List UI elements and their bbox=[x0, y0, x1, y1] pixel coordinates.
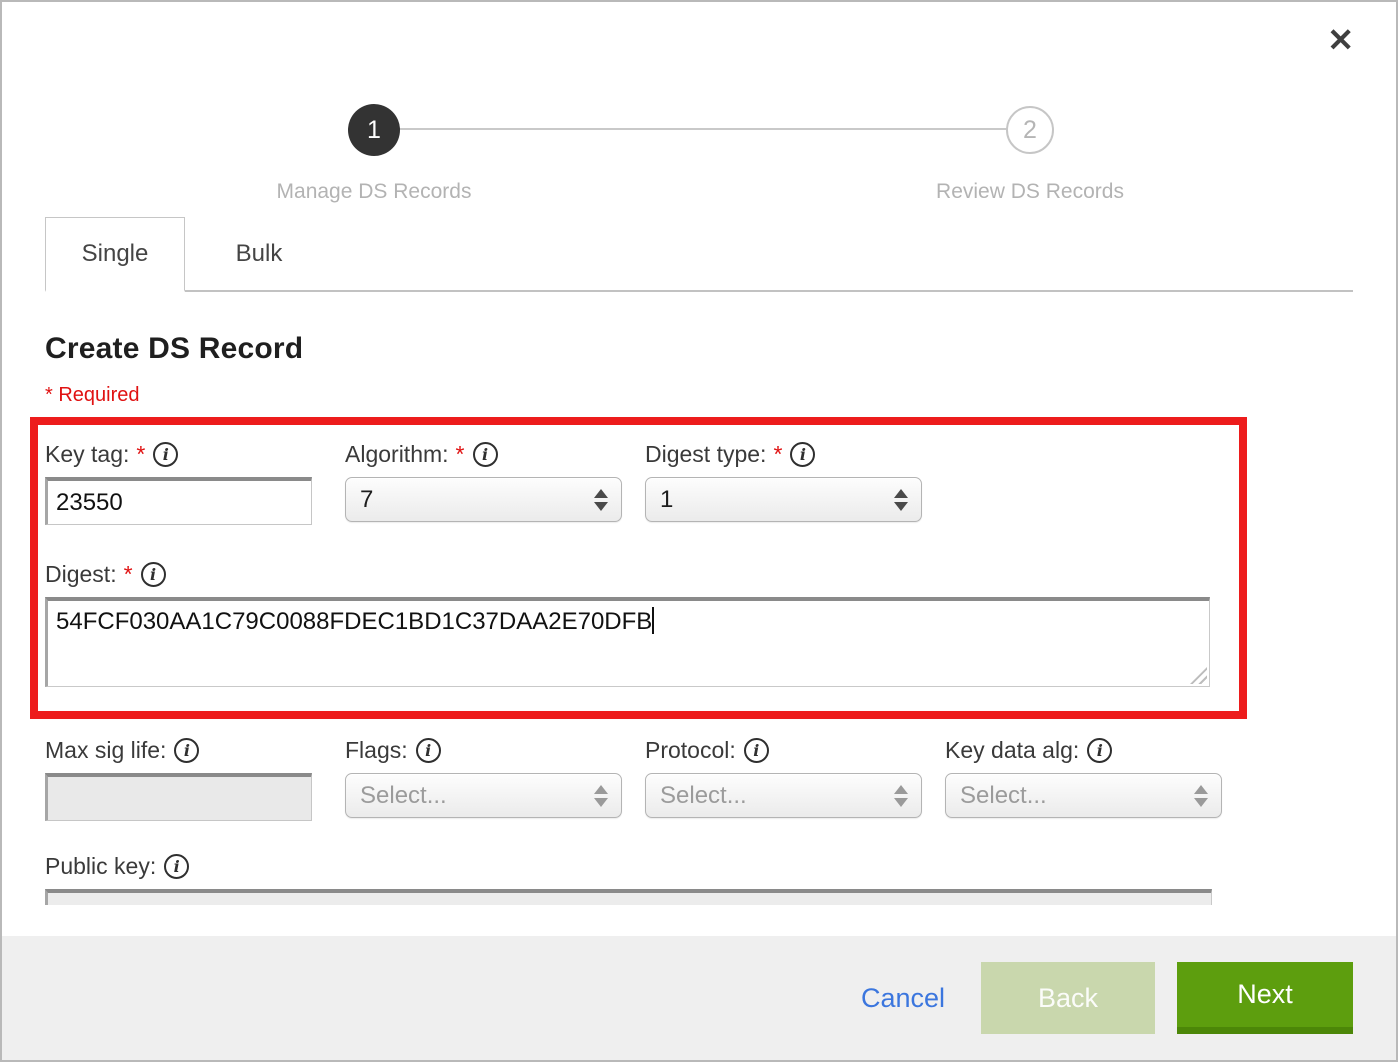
digest-value: 54FCF030AA1C79C0088FDEC1BD1C37DAA2E70DFB bbox=[56, 608, 652, 635]
protocol-info-icon[interactable]: i bbox=[744, 738, 769, 763]
key-tag-field-group: Key tag: * i bbox=[45, 439, 345, 525]
protocol-label-text: Protocol: bbox=[645, 737, 736, 764]
tab-bar: Single Bulk bbox=[45, 217, 1353, 292]
algorithm-label-text: Algorithm: bbox=[345, 441, 449, 468]
max-sig-life-field-group: Max sig life: i bbox=[45, 735, 345, 821]
key-data-alg-info-icon[interactable]: i bbox=[1087, 738, 1112, 763]
algorithm-select[interactable]: 7 bbox=[345, 477, 622, 522]
step-1-label: Manage DS Records bbox=[194, 180, 554, 204]
key-tag-label: Key tag: * i bbox=[45, 439, 345, 469]
digest-type-field-group: Digest type: * i 1 bbox=[645, 439, 945, 525]
flags-field-group: Flags: i Select... bbox=[345, 735, 645, 821]
digest-type-select-value: 1 bbox=[660, 486, 673, 514]
digest-type-info-icon[interactable]: i bbox=[790, 442, 815, 467]
key-tag-required-asterisk: * bbox=[136, 441, 145, 468]
key-data-alg-select-value: Select... bbox=[960, 782, 1047, 810]
max-sig-life-input[interactable] bbox=[45, 773, 312, 821]
select-arrows-icon bbox=[894, 785, 908, 807]
digest-info-icon[interactable]: i bbox=[141, 562, 166, 587]
flags-select-value: Select... bbox=[360, 782, 447, 810]
algorithm-label: Algorithm: * i bbox=[345, 439, 645, 469]
resize-grip-icon[interactable] bbox=[1190, 667, 1207, 684]
digest-type-required-asterisk: * bbox=[773, 441, 782, 468]
digest-field-group: Digest: * i 54FCF030AA1C79C0088FDEC1BD1C… bbox=[45, 559, 1239, 687]
tab-bulk-label: Bulk bbox=[236, 240, 283, 268]
digest-required-asterisk: * bbox=[124, 561, 133, 588]
text-cursor bbox=[652, 607, 654, 634]
algorithm-field-group: Algorithm: * i 7 bbox=[345, 439, 645, 525]
public-key-label-text: Public key: bbox=[45, 853, 156, 880]
select-arrows-icon bbox=[594, 489, 608, 511]
digest-type-select[interactable]: 1 bbox=[645, 477, 922, 522]
required-note: * Required bbox=[45, 384, 1396, 407]
tab-bulk[interactable]: Bulk bbox=[185, 217, 333, 290]
algorithm-required-asterisk: * bbox=[456, 441, 465, 468]
form-row-2: Max sig life: i Flags: i Select... Proto… bbox=[45, 735, 1396, 821]
key-data-alg-field-group: Key data alg: i Select... bbox=[945, 735, 1245, 821]
digest-label: Digest: * i bbox=[45, 559, 1239, 589]
step-1-circle: 1 bbox=[348, 104, 400, 156]
public-key-label: Public key: i bbox=[45, 851, 1396, 881]
digest-type-label: Digest type: * i bbox=[645, 439, 945, 469]
tab-single-label: Single bbox=[82, 240, 149, 268]
back-button[interactable]: Back bbox=[981, 962, 1155, 1034]
public-key-textarea[interactable] bbox=[45, 889, 1212, 905]
key-data-alg-label-text: Key data alg: bbox=[945, 737, 1079, 764]
stepper: 1 2 Manage DS Records Review DS Records bbox=[2, 2, 1396, 217]
flags-label-text: Flags: bbox=[345, 737, 408, 764]
algorithm-select-value: 7 bbox=[360, 486, 373, 514]
protocol-select-value: Select... bbox=[660, 782, 747, 810]
max-sig-life-info-icon[interactable]: i bbox=[174, 738, 199, 763]
digest-textarea[interactable]: 54FCF030AA1C79C0088FDEC1BD1C37DAA2E70DFB bbox=[45, 597, 1210, 687]
select-arrows-icon bbox=[594, 785, 608, 807]
max-sig-life-label: Max sig life: i bbox=[45, 735, 345, 765]
step-2-circle: 2 bbox=[1006, 106, 1054, 154]
tab-single[interactable]: Single bbox=[45, 217, 185, 292]
step-2-label: Review DS Records bbox=[850, 180, 1210, 204]
key-tag-input[interactable] bbox=[45, 477, 312, 525]
modal-footer: Cancel Back Next bbox=[2, 936, 1396, 1060]
step-2-number: 2 bbox=[1023, 116, 1037, 145]
max-sig-life-label-text: Max sig life: bbox=[45, 737, 166, 764]
protocol-field-group: Protocol: i Select... bbox=[645, 735, 945, 821]
public-key-field-group: Public key: i bbox=[45, 851, 1396, 905]
stepper-connector-line bbox=[374, 128, 1030, 130]
flags-label: Flags: i bbox=[345, 735, 645, 765]
flags-info-icon[interactable]: i bbox=[416, 738, 441, 763]
digest-type-label-text: Digest type: bbox=[645, 441, 766, 468]
algorithm-info-icon[interactable]: i bbox=[473, 442, 498, 467]
highlighted-required-fields-box: Key tag: * i Algorithm: * i 7 bbox=[30, 417, 1247, 719]
key-data-alg-select[interactable]: Select... bbox=[945, 773, 1222, 818]
key-data-alg-label: Key data alg: i bbox=[945, 735, 1245, 765]
key-tag-label-text: Key tag: bbox=[45, 441, 129, 468]
digest-label-text: Digest: bbox=[45, 561, 117, 588]
protocol-select[interactable]: Select... bbox=[645, 773, 922, 818]
form-row-1: Key tag: * i Algorithm: * i 7 bbox=[45, 439, 1239, 525]
step-1-number: 1 bbox=[367, 116, 381, 145]
create-ds-record-modal: ✕ 1 2 Manage DS Records Review DS Record… bbox=[0, 0, 1398, 1062]
protocol-label: Protocol: i bbox=[645, 735, 945, 765]
public-key-info-icon[interactable]: i bbox=[164, 854, 189, 879]
next-button[interactable]: Next bbox=[1177, 962, 1353, 1034]
select-arrows-icon bbox=[894, 489, 908, 511]
flags-select[interactable]: Select... bbox=[345, 773, 622, 818]
key-tag-info-icon[interactable]: i bbox=[153, 442, 178, 467]
page-title: Create DS Record bbox=[45, 332, 1396, 366]
select-arrows-icon bbox=[1194, 785, 1208, 807]
cancel-button[interactable]: Cancel bbox=[861, 983, 945, 1014]
